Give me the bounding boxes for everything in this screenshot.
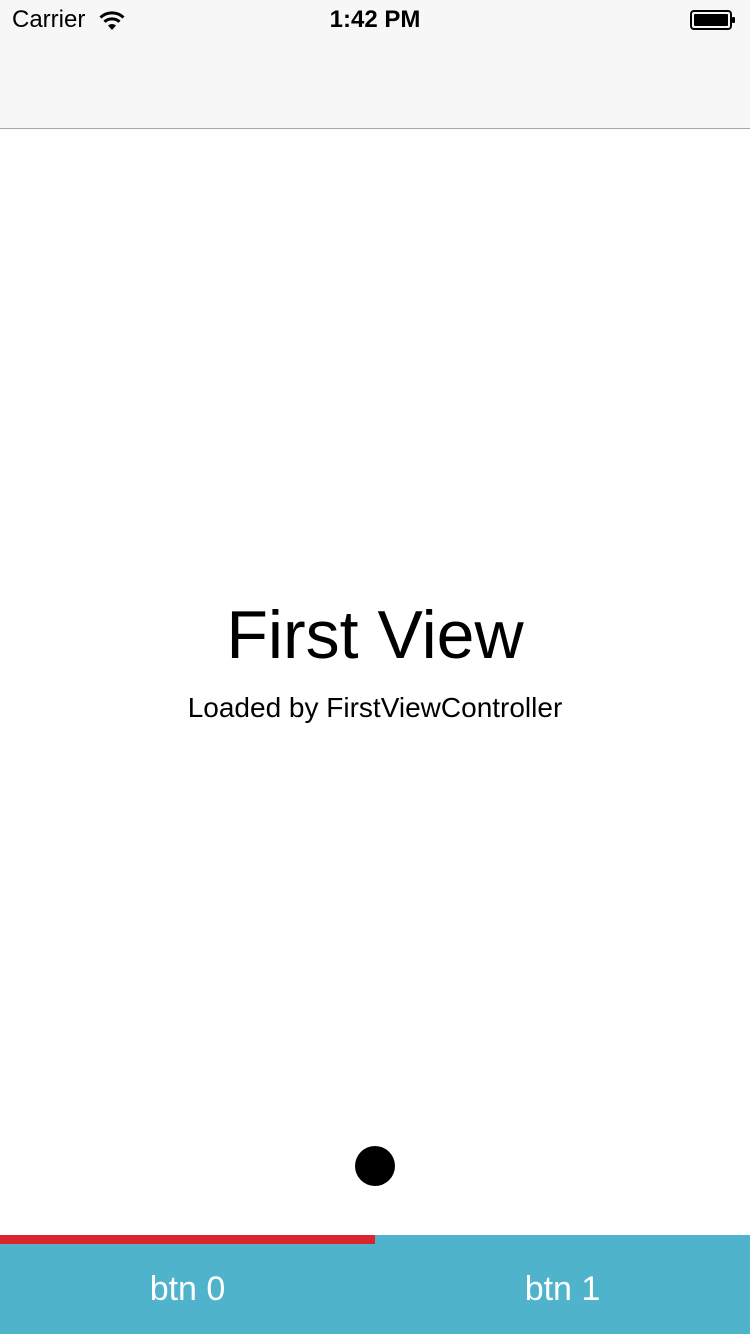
tab-bar: btn 0 btn 1	[0, 1235, 750, 1334]
tab-button-1[interactable]: btn 1	[375, 1244, 750, 1334]
page-indicator-dot	[355, 1146, 395, 1186]
page-title: First View	[226, 597, 524, 673]
clock-time: 1:42 PM	[329, 6, 421, 33]
tab-button-0[interactable]: btn 0	[0, 1244, 375, 1334]
selected-tab-indicator	[0, 1235, 375, 1244]
battery-icon	[690, 10, 736, 30]
content-area: First View Loaded by FirstViewController	[0, 129, 750, 1234]
status-bar: Carrier 1:42 PM	[0, 0, 750, 40]
page-subtitle: Loaded by FirstViewController	[187, 692, 563, 723]
navigation-bar	[0, 40, 750, 129]
